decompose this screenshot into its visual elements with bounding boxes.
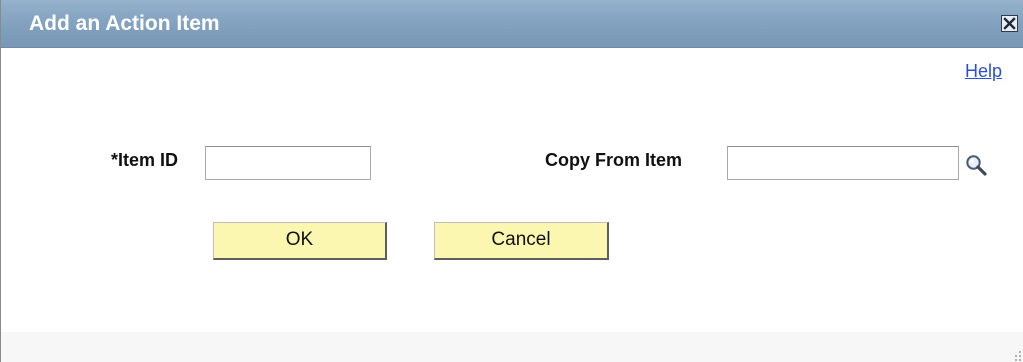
help-link[interactable]: Help [965,61,1002,82]
copy-from-item-input[interactable] [727,146,959,180]
add-action-item-dialog: Add an Action Item Help *Item ID Copy Fr… [0,0,1023,362]
cancel-button[interactable]: Cancel [434,222,609,260]
copy-from-item-label: Copy From Item [545,150,683,170]
dialog-titlebar[interactable]: Add an Action Item [1,0,1023,48]
magnifier-lookup-icon[interactable] [964,153,988,177]
item-id-input[interactable] [205,146,371,180]
dialog-title: Add an Action Item [29,12,220,35]
dialog-footer [1,332,1023,362]
ok-button[interactable]: OK [213,222,387,260]
item-id-label: *Item ID [111,150,179,170]
close-icon[interactable] [1001,15,1018,32]
resize-grip-icon[interactable] [1012,348,1022,361]
